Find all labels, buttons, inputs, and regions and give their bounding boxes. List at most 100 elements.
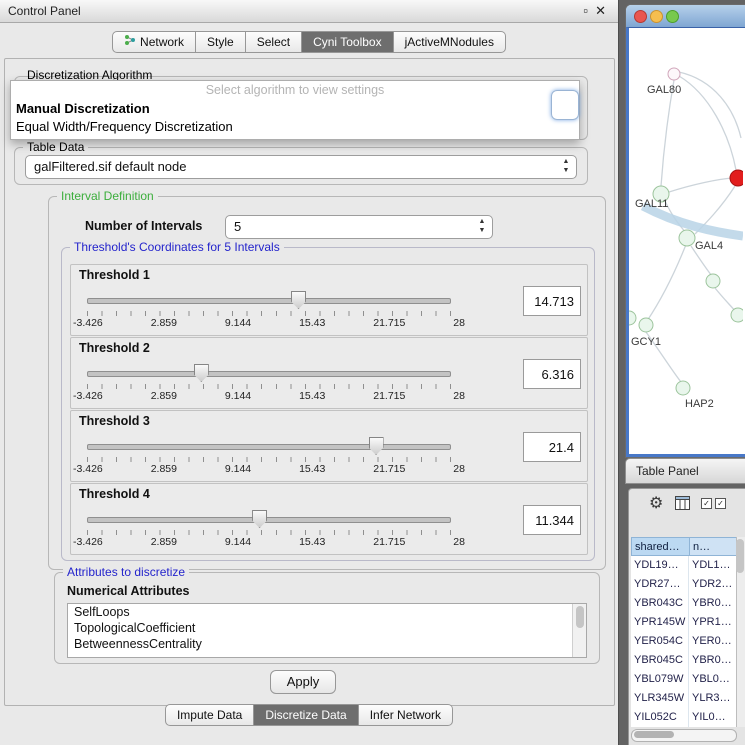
table-row[interactable]: YPR145WYPR1… [631, 613, 737, 632]
node-label[interactable]: GAL80 [647, 84, 681, 96]
cell[interactable]: YBR043C [631, 594, 689, 613]
numerical-attributes-list: SelfLoops TopologicalCoefficient Between… [67, 603, 587, 658]
list-item[interactable]: SelfLoops [68, 604, 586, 620]
cell[interactable]: YBR045C [631, 651, 689, 670]
cell[interactable]: YDL1… [689, 556, 737, 575]
scale-label: -3.426 [73, 390, 103, 402]
cell[interactable]: YBR0… [689, 651, 737, 670]
slider-ticks [87, 530, 451, 535]
column-header-name[interactable]: n… [689, 537, 737, 556]
close-window-icon[interactable]: ✕ [595, 0, 606, 22]
cell[interactable]: YER0… [689, 632, 737, 651]
checkbox-icon[interactable]: ✓ [701, 498, 712, 509]
cell[interactable]: YLR3… [689, 689, 737, 708]
algorithm-dropdown-popup: Select algorithm to view settings Manual… [10, 80, 580, 140]
threshold-1-slider-thumb[interactable] [291, 291, 306, 309]
cell[interactable]: YBR0… [689, 594, 737, 613]
table-panel-title: Table Panel [636, 459, 699, 483]
list-item[interactable]: BetweennessCentrality [68, 636, 586, 652]
float-window-icon[interactable]: ▫ [583, 0, 588, 22]
table-panel-titlebar[interactable]: Table Panel [625, 458, 745, 484]
list-scrollbar[interactable] [572, 604, 586, 657]
table-vertical-scrollbar[interactable] [736, 537, 745, 727]
algorithm-option-manual[interactable]: Manual Discretization [16, 101, 150, 116]
node-label[interactable]: GCY1 [631, 336, 661, 348]
algorithm-combobox-focus-ring[interactable] [551, 90, 579, 120]
cell[interactable]: YDR27… [631, 575, 689, 594]
cell[interactable]: YDL19… [631, 556, 689, 575]
control-panel-titlebar[interactable]: Control Panel ▫ ✕ [0, 0, 618, 23]
threshold-4-slider[interactable] [87, 510, 451, 528]
network-canvas[interactable]: GAL80 GAL11 GAL4 GCY1 HAP2 [626, 27, 745, 457]
cell[interactable]: YBL079W [631, 670, 689, 689]
table-row[interactable]: YDR27…YDR2… [631, 575, 737, 594]
minimize-traffic-light[interactable] [650, 10, 663, 23]
table-row[interactable]: YLR345WYLR3… [631, 689, 737, 708]
slider-track[interactable] [87, 298, 451, 304]
threshold-2-label: Threshold 2 [79, 341, 150, 355]
table-data-combobox[interactable]: galFiltered.sif default node ▲▼ [25, 155, 577, 179]
scale-label: 28 [453, 317, 465, 329]
cell[interactable]: YER054C [631, 632, 689, 651]
table-row[interactable]: YER054CYER0… [631, 632, 737, 651]
tab-network[interactable]: Network [112, 31, 196, 53]
table-row[interactable]: YBL079WYBL0… [631, 670, 737, 689]
tab-discretize-data[interactable]: Discretize Data [254, 704, 358, 726]
threshold-3-value-field[interactable]: 21.4 [523, 432, 581, 462]
threshold-3-slider[interactable] [87, 437, 451, 455]
cell[interactable]: YIL052C [631, 708, 689, 727]
gear-icon[interactable]: ⚙ [649, 493, 663, 513]
cell[interactable]: YBL0… [689, 670, 737, 689]
interval-definition-group: Interval Definition Number of Intervals … [48, 196, 606, 570]
cell[interactable]: YLR345W [631, 689, 689, 708]
slider-ticks [87, 457, 451, 462]
list-item[interactable]: TopologicalCoefficient [68, 620, 586, 636]
threshold-2-slider-thumb[interactable] [194, 364, 209, 382]
slider-track[interactable] [87, 517, 451, 523]
number-of-intervals-combobox[interactable]: 5 ▲▼ [225, 215, 493, 239]
scale-label: 28 [453, 463, 465, 475]
tab-impute-data[interactable]: Impute Data [165, 704, 254, 726]
threshold-4-slider-thumb[interactable] [252, 510, 267, 528]
checkbox-icon[interactable]: ✓ [715, 498, 726, 509]
tab-cyni-toolbox[interactable]: Cyni Toolbox [302, 31, 393, 53]
threshold-4-value-field[interactable]: 11.344 [523, 505, 581, 535]
table-row[interactable]: YDL19…YDL1… [631, 556, 737, 575]
node-label[interactable]: GAL4 [695, 240, 723, 252]
threshold-2-value-field[interactable]: 6.316 [523, 359, 581, 389]
table-panel-body: ⚙ ✓ ✓ shared… n… YDL19…YDL1… YDR27…YDR2…… [628, 488, 745, 745]
zoom-traffic-light[interactable] [666, 10, 679, 23]
node-label[interactable]: HAP2 [685, 398, 714, 410]
algorithm-option-equal-width[interactable]: Equal Width/Frequency Discretization [16, 119, 233, 134]
cell[interactable]: YIL0… [689, 708, 737, 727]
threshold-2-slider[interactable] [87, 364, 451, 382]
scrollbar-thumb[interactable] [576, 606, 584, 628]
table-horizontal-scrollbar[interactable] [631, 729, 737, 742]
threshold-3-slider-thumb[interactable] [369, 437, 384, 455]
tab-jactivemnodules[interactable]: jActiveMNodules [394, 31, 506, 53]
network-window-titlebar[interactable] [626, 5, 745, 28]
column-browser-icon[interactable] [675, 496, 690, 515]
node-label[interactable]: GAL11 [635, 198, 668, 210]
tab-infer-network[interactable]: Infer Network [359, 704, 453, 726]
table-row[interactable]: YBR045CYBR0… [631, 651, 737, 670]
slider-track[interactable] [87, 371, 451, 377]
table-row[interactable]: YIL052CYIL0… [631, 708, 737, 727]
slider-track[interactable] [87, 444, 451, 450]
close-traffic-light[interactable] [634, 10, 647, 23]
table-row[interactable]: YBR043CYBR0… [631, 594, 737, 613]
tab-select[interactable]: Select [246, 31, 302, 53]
cell[interactable]: YPR145W [631, 613, 689, 632]
network-view-window: GAL80 GAL11 GAL4 GCY1 HAP2 [625, 4, 745, 458]
threshold-1-value-field[interactable]: 14.713 [523, 286, 581, 316]
scale-label: 28 [453, 390, 465, 402]
apply-button[interactable]: Apply [270, 670, 336, 694]
column-header-shared-name[interactable]: shared… [631, 537, 689, 556]
threshold-1-slider[interactable] [87, 291, 451, 309]
cell[interactable]: YPR1… [689, 613, 737, 632]
tab-style[interactable]: Style [196, 31, 246, 53]
tab-style-label: Style [207, 32, 234, 52]
cell[interactable]: YDR2… [689, 575, 737, 594]
scrollbar-thumb[interactable] [736, 539, 744, 573]
scrollbar-thumb[interactable] [634, 731, 674, 738]
